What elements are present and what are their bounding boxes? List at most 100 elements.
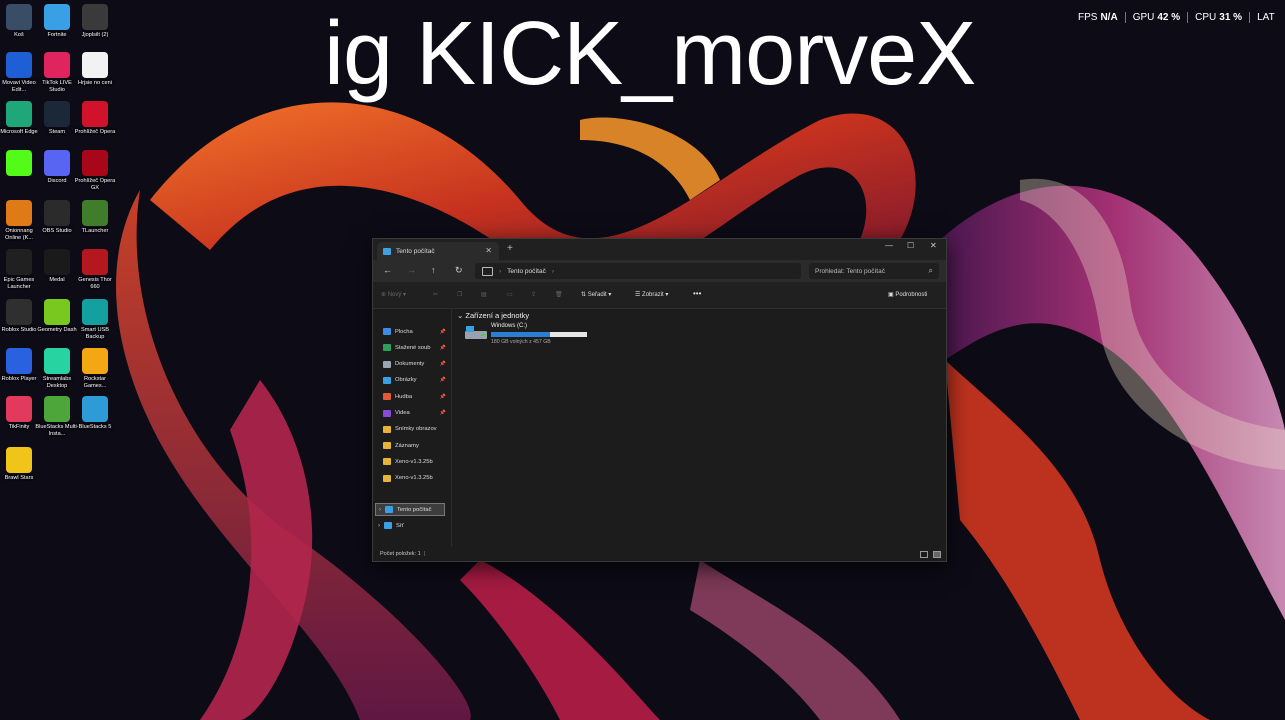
sidebar-item-label: Snímky obrazov <box>395 426 437 433</box>
document-icon <box>82 52 108 78</box>
pin-icon[interactable]: 📌 <box>440 361 446 367</box>
up-arrow-icon[interactable]: ↑ <box>431 265 436 275</box>
pin-icon[interactable]: 📌 <box>440 394 446 400</box>
tab-title: Tento počítač <box>396 247 435 255</box>
desktop-icon-label: BlueStacks 5 <box>78 424 112 430</box>
sidebar-item[interactable]: Xeno-v1.3.25b <box>383 472 449 485</box>
hard-drive-icon <box>465 326 487 339</box>
cut-icon[interactable]: ✂ <box>433 291 438 298</box>
details-button[interactable]: ▣ Podrobnosti <box>888 291 927 298</box>
streamlabs-icon <box>44 348 70 374</box>
chevron-down-icon: ⌄ <box>457 311 464 320</box>
file-explorer-window: Tento počítač ✕ + — ☐ ✕ ← → ↑ ↻ › Tento … <box>372 238 947 562</box>
copy-icon[interactable]: ❐ <box>457 291 462 298</box>
explorer-body: › Tento počítač › Síť Plocha 📌 Stažené sou… <box>373 309 946 547</box>
desktop-icon[interactable]: Prohlížeč Opera GX <box>73 150 117 191</box>
sidebar-item-label: Tento počítač <box>397 506 432 513</box>
epic-icon <box>6 249 32 275</box>
perf-gpu: GPU 42 % <box>1124 12 1187 23</box>
medal-icon <box>44 249 70 275</box>
desktop-icon-label: Prohlížeč Opera GX <box>74 178 116 191</box>
sidebar-item[interactable]: Dokumenty 📌 <box>383 358 449 371</box>
desktop-icon[interactable]: TLauncher <box>73 200 117 235</box>
sidebar-item-label: Videa <box>395 410 410 416</box>
sidebar-item[interactable]: Snímky obrazov <box>383 423 449 436</box>
downloads-folder-icon <box>383 344 391 352</box>
search-input[interactable]: Prohledat: Tento počítač ⌕ <box>809 263 939 279</box>
desktop-icon[interactable]: BlueStacks 5 <box>73 396 117 431</box>
fortnite-icon <box>44 4 70 30</box>
steam-icon <box>44 101 70 127</box>
performance-overlay: FPS N/A GPU 42 % CPU 31 % LAT <box>1078 12 1285 23</box>
desktop-icon[interactable]: Genesis Thor 660 <box>73 249 117 290</box>
sidebar-item-label: Záznamy <box>395 442 419 449</box>
sidebar-item-network[interactable]: › Síť <box>375 519 441 532</box>
maximize-button[interactable]: ☐ <box>907 241 914 250</box>
sidebar-item[interactable]: Plocha 📌 <box>383 325 449 338</box>
refresh-icon[interactable]: ↻ <box>455 265 463 276</box>
sidebar-item[interactable]: Záznamy <box>383 439 449 452</box>
network-icon <box>384 522 392 529</box>
folder-icon <box>383 458 391 466</box>
documents-folder-icon <box>383 360 391 368</box>
share-icon[interactable]: ⇪ <box>531 291 536 298</box>
desktop-icon[interactable]: Hrjsie no ceni <box>73 52 117 87</box>
sidebar-item-label: Plocha <box>395 328 413 335</box>
forward-arrow-icon[interactable]: → <box>407 265 416 275</box>
close-window-button[interactable]: ✕ <box>930 241 937 250</box>
chevron-right-icon[interactable]: › <box>378 523 380 529</box>
pin-icon[interactable]: 📌 <box>440 377 446 383</box>
details-view-icon[interactable] <box>920 551 928 558</box>
sort-button[interactable]: ⇅ Seřadit ▾ <box>581 291 611 298</box>
pin-icon[interactable]: 📌 <box>440 329 446 335</box>
sidebar-item[interactable]: Obrázky 📌 <box>383 374 449 387</box>
desktop-icon-label: Rockstar Games... <box>83 376 107 389</box>
tiles-view-icon[interactable] <box>933 551 941 558</box>
recycle-bin-icon <box>6 4 32 30</box>
chevron-right-icon: › <box>499 267 502 275</box>
chevron-right-icon[interactable]: › <box>552 268 554 275</box>
desktop-icon[interactable]: Rockstar Games... <box>73 348 117 389</box>
pin-icon[interactable]: 📌 <box>440 410 446 416</box>
address-bar[interactable]: › Tento počítač › <box>475 263 801 279</box>
computer-icon <box>383 247 391 255</box>
tab-bar: Tento počítač ✕ + — ☐ ✕ <box>373 239 946 260</box>
desktop-icon[interactable]: Brawl Stars <box>0 447 41 482</box>
back-arrow-icon[interactable]: ← <box>383 265 392 275</box>
desktop-icon-label: Hrjsie no ceni <box>78 80 112 86</box>
desktop-icon[interactable]: Jjoplsilt (2) <box>73 4 117 39</box>
more-options-button[interactable]: ••• <box>693 289 701 298</box>
sidebar-item[interactable]: Xeno-v1.3.25b <box>383 455 449 468</box>
sidebar-item-label: Obrázky <box>395 377 417 384</box>
minimize-button[interactable]: — <box>885 241 893 250</box>
paste-icon[interactable]: ▤ <box>481 291 487 298</box>
close-tab-icon[interactable]: ✕ <box>485 246 492 255</box>
group-header[interactable]: ⌄ Zařízení a jednotky <box>457 311 529 320</box>
sidebar-item-this-pc[interactable]: › Tento počítač <box>375 503 445 516</box>
chevron-right-icon[interactable]: › <box>379 507 381 513</box>
sidebar-item[interactable]: Videa 📌 <box>383 407 449 420</box>
pin-icon[interactable]: 📌 <box>440 345 446 351</box>
bluestacks5-icon <box>82 396 108 422</box>
breadcrumb[interactable]: Tento počítač <box>507 268 546 275</box>
new-button[interactable]: ⊕ Nový ▾ <box>381 291 406 298</box>
delete-icon[interactable]: 🗑 <box>555 291 563 298</box>
sidebar-item-label: Síť <box>396 522 404 529</box>
drive-c-tile[interactable]: Windows (C:) 180 GB volných z 457 GB <box>465 323 605 351</box>
geometry-dash-icon <box>44 299 70 325</box>
kick-icon <box>6 150 32 176</box>
tikfinity-icon <box>6 396 32 422</box>
discord-icon <box>44 150 70 176</box>
movavi-icon <box>6 52 32 78</box>
rename-icon[interactable]: ▭ <box>507 291 513 298</box>
perf-cpu: CPU 31 % <box>1187 12 1249 23</box>
tab-this-pc[interactable]: Tento počítač ✕ <box>377 242 499 260</box>
view-button[interactable]: ☰ Zobrazit ▾ <box>635 291 668 298</box>
sidebar-item[interactable]: Hudba 📌 <box>383 390 449 403</box>
tlauncher-icon <box>82 200 108 226</box>
desktop-icon[interactable]: Smart USB Backup <box>73 299 117 340</box>
sidebar-item[interactable]: Stažené soub 📌 <box>383 341 449 354</box>
bluestacks-icon <box>44 396 70 422</box>
desktop-icon[interactable]: Prohlížeč Opera <box>73 101 117 136</box>
new-tab-button[interactable]: + <box>507 243 513 254</box>
